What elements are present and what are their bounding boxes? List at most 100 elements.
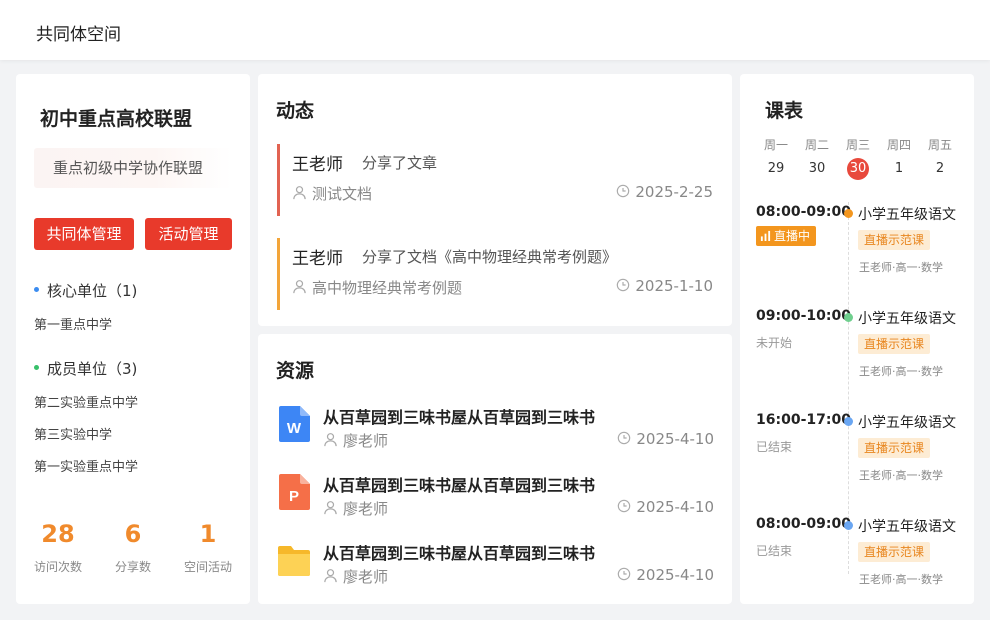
weekday-label: 周三 (845, 138, 870, 152)
word-badge-text: W (287, 420, 302, 437)
stat-visits-label: 访问次数 (33, 560, 82, 574)
resource-title[interactable]: 从百草园到三味书屋从百草园到三味书 (323, 404, 595, 428)
stat-visits-value: 28 (41, 520, 75, 548)
slot-status: 未开始 (756, 336, 793, 350)
slot-course[interactable]: 小学五年级语文 (858, 204, 962, 224)
weekday-label: 周一 (763, 138, 788, 152)
resource-author: 廖老师 (323, 498, 388, 519)
resource-title[interactable]: 从百草园到三味书屋从百草园到三味书 (323, 540, 595, 564)
resource-author: 廖老师 (323, 430, 388, 451)
member-school-item[interactable]: 第三实验中学 (34, 424, 112, 443)
feed-author: 王老师 (292, 249, 343, 269)
feed-author: 王老师 (292, 155, 343, 175)
slot-course[interactable]: 小学五年级语文 (858, 412, 962, 432)
slot-teacher: 王老师·高一·数学 (859, 573, 943, 586)
slot-tag: 直播示范课 (858, 542, 931, 562)
slot-time: 08:00-09:00 (756, 204, 851, 220)
date-cell[interactable]: 29 (765, 158, 787, 180)
ppt-file-icon: P (279, 474, 310, 510)
weekday-label: 周二 (804, 138, 829, 152)
resource-author: 廖老师 (323, 566, 388, 587)
resource-date: 2025-4-10 (617, 498, 714, 516)
resource-title[interactable]: 从百草园到三味书屋从百草园到三味书 (323, 472, 595, 496)
resource-item[interactable]: 从百草园到三味书屋从百草园到三味书 廖老师 2025-4-10 (278, 540, 714, 596)
feed-date-text: 2025-1-10 (635, 277, 713, 295)
live-status-text: 直播中 (774, 229, 811, 243)
resource-item[interactable]: P 从百草园到三味书屋从百草园到三味书 廖老师 2025-4-10 (278, 472, 714, 528)
slot-time: 16:00-17:00 (756, 412, 851, 428)
stat-activities: 1 空间活动 (173, 520, 243, 575)
member-units-heading: 成员单位（3) (34, 358, 137, 379)
schedule-slot[interactable]: 08:00-09:00 已结束 小学五年级语文 直播示范课 王老师·高一·数学 (740, 516, 974, 616)
user-icon (293, 186, 306, 200)
clock-icon (618, 567, 631, 580)
resource-item[interactable]: W 从百草园到三味书屋从百草园到三味书 廖老师 2025-4-10 (278, 404, 714, 460)
core-school-item[interactable]: 第一重点中学 (34, 314, 112, 333)
member-units-label: 成员单位（3) (47, 360, 138, 378)
feed-date: 2025-1-10 (616, 277, 713, 295)
stat-activities-label: 空间活动 (183, 560, 232, 574)
feed-doc: 测试文档 (292, 183, 372, 204)
slot-tag: 直播示范课 (858, 230, 931, 250)
alliance-card: 初中重点高校联盟 重点初级中学协作联盟 共同体管理 活动管理 核心单位（1) 第… (16, 74, 250, 604)
feed-date: 2025-2-25 (616, 183, 713, 201)
schedule-title: 课表 (765, 100, 804, 122)
schedule-slot[interactable]: 08:00-09:00 直播中 小学五年级语文 直播示范课 王老师·高一·数学 (740, 204, 974, 304)
timeline-dot (844, 417, 853, 426)
slot-course[interactable]: 小学五年级语文 (858, 308, 962, 328)
resources-card: 资源 W 从百草园到三味书屋从百草园到三味书 廖老师 2025-4-10 P 从… (258, 334, 732, 604)
word-file-icon: W (279, 406, 310, 442)
schedule-slot[interactable]: 09:00-10:00 未开始 小学五年级语文 直播示范课 王老师·高一·数学 (740, 308, 974, 408)
date-cell[interactable]: 30 (806, 158, 828, 180)
schedule-card: 课表 周一 周二 周三 周四 周五 29 30 30 1 2 08:00-09:… (740, 74, 974, 604)
resource-author-name: 廖老师 (343, 568, 389, 586)
date-cell[interactable]: 2 (929, 158, 951, 180)
clock-icon (618, 431, 631, 444)
clock-icon (617, 278, 630, 291)
resource-date: 2025-4-10 (617, 430, 714, 448)
feed-accent-bar (277, 238, 280, 310)
core-units-label: 核心单位（1) (47, 282, 138, 300)
feed-item[interactable]: 王老师 分享了文档《高中物理经典常考例题》 高中物理经典常考例题 2025-1-… (277, 238, 713, 310)
feed-item[interactable]: 王老师 分享了文章 测试文档 2025-2-25 (277, 144, 713, 216)
user-icon (324, 569, 337, 583)
slot-teacher: 王老师·高一·数学 (859, 469, 943, 482)
date-cell-today[interactable]: 30 (847, 158, 869, 180)
user-icon (293, 280, 306, 294)
member-school-item[interactable]: 第二实验重点中学 (34, 392, 138, 411)
member-school-item[interactable]: 第一实验重点中学 (34, 456, 138, 475)
alliance-name: 初中重点高校联盟 (40, 108, 193, 130)
schedule-slot[interactable]: 16:00-17:00 已结束 小学五年级语文 直播示范课 王老师·高一·数学 (740, 412, 974, 512)
resource-date-text: 2025-4-10 (636, 430, 714, 448)
timeline-dot (844, 313, 853, 322)
date-cell[interactable]: 1 (888, 158, 910, 180)
activity-manage-button[interactable]: 活动管理 (145, 218, 232, 250)
feed-title: 动态 (276, 100, 315, 122)
slot-teacher: 王老师·高一·数学 (859, 261, 943, 274)
feed-accent-bar (277, 144, 280, 216)
feed-doc-name: 测试文档 (312, 185, 373, 203)
feed-action: 分享了文章 (362, 154, 438, 172)
timeline-dot (844, 209, 853, 218)
page-title: 共同体空间 (36, 25, 121, 45)
slot-status: 已结束 (756, 440, 793, 454)
signal-bars-icon (760, 230, 771, 241)
resource-date-text: 2025-4-10 (636, 498, 714, 516)
top-bar: 共同体空间 (0, 0, 990, 60)
clock-icon (617, 184, 630, 197)
alliance-subtitle: 重点初级中学协作联盟 (34, 148, 232, 188)
user-icon (324, 501, 337, 515)
resources-title: 资源 (276, 360, 315, 382)
slot-course[interactable]: 小学五年级语文 (858, 516, 962, 536)
feed-doc-name: 高中物理经典常考例题 (312, 279, 463, 297)
resource-date: 2025-4-10 (617, 566, 714, 584)
resource-author-name: 廖老师 (343, 432, 389, 450)
weekday-label: 周五 (927, 138, 952, 152)
feed-card: 动态 王老师 分享了文章 测试文档 2025-2-25 王老师 分享了文档《高中… (258, 74, 732, 326)
slot-teacher: 王老师·高一·数学 (859, 365, 943, 378)
slot-status: 已结束 (756, 544, 793, 558)
feed-action: 分享了文档《高中物理经典常考例题》 (362, 248, 618, 266)
green-dot-icon (34, 365, 39, 370)
community-manage-button[interactable]: 共同体管理 (34, 218, 134, 250)
ppt-badge-text: P (289, 488, 299, 505)
